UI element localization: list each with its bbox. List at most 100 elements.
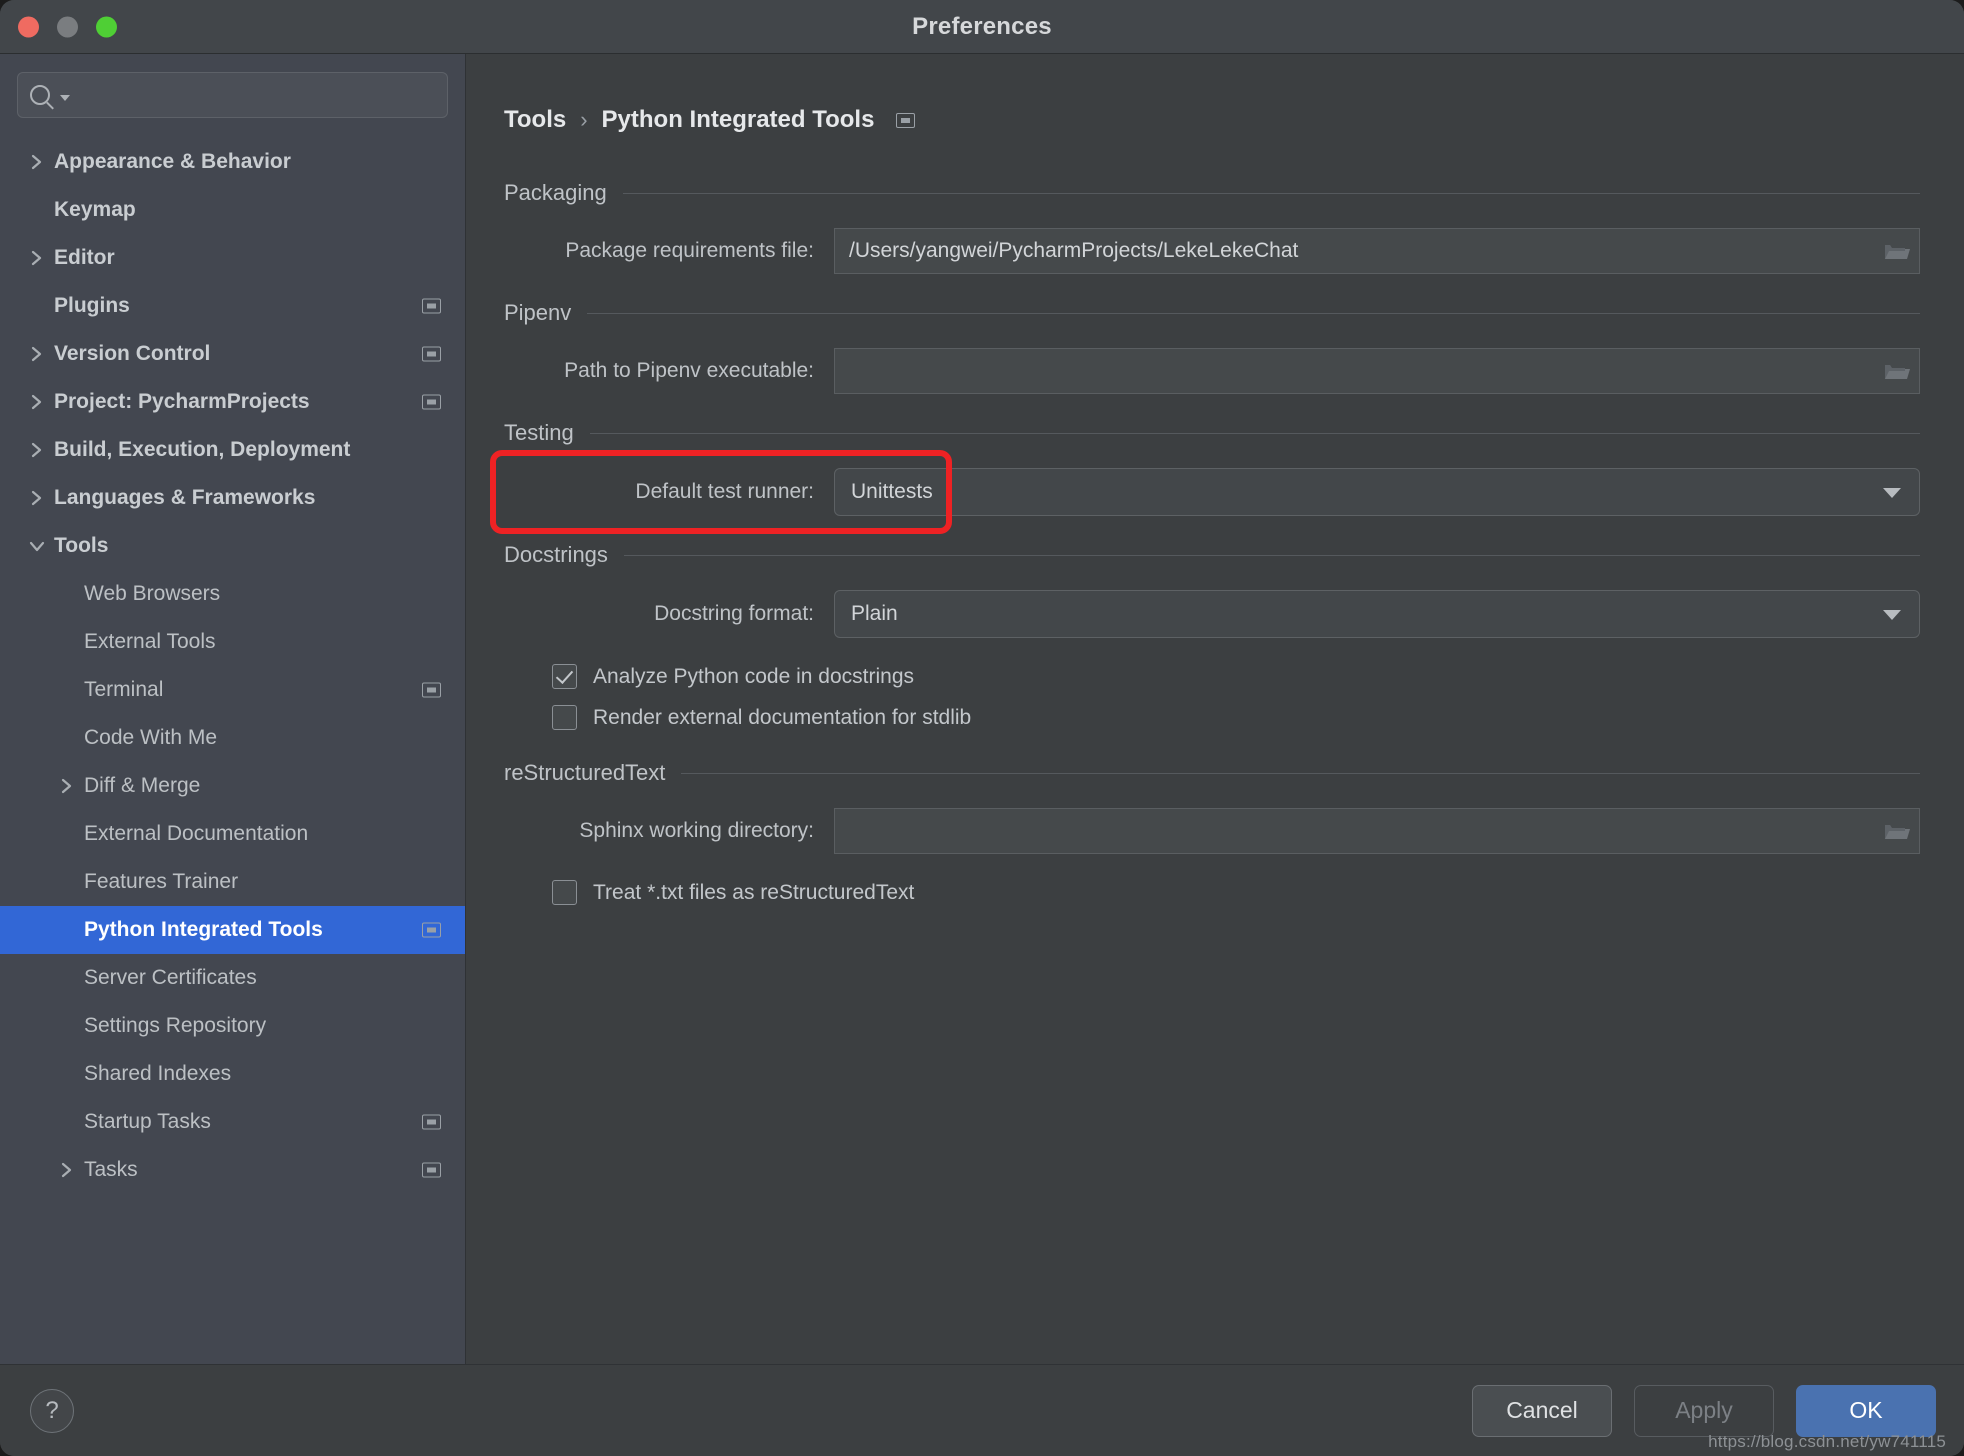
sidebar-item-label: Diff & Merge [84,774,201,797]
docstring-format-dropdown[interactable]: Plain [834,590,1920,638]
sidebar-item-tasks[interactable]: Tasks [0,1146,465,1194]
section-packaging: Packaging [504,180,1920,206]
sphinx-directory-field[interactable] [834,808,1920,854]
sidebar-item-server-certificates[interactable]: Server Certificates [0,954,465,1002]
chevron-down-icon[interactable] [1883,610,1901,620]
chevron-right-icon[interactable] [26,393,48,411]
analyze-python-code-row[interactable]: Analyze Python code in docstrings [552,664,1920,689]
sidebar-item-label: Appearance & Behavior [54,150,291,173]
sphinx-directory-row: Sphinx working directory: [504,808,1920,854]
search-input[interactable] [76,84,435,106]
chevron-right-icon[interactable] [56,777,78,795]
window-body: Appearance & Behavior Keymap Editor Plugins… [0,54,1964,1364]
sidebar-item-external-tools[interactable]: External Tools [0,618,465,666]
chevron-right-icon[interactable] [26,249,48,267]
treat-txt-label: Treat *.txt files as reStructuredText [593,880,915,904]
render-external-docs-label: Render external documentation for stdlib [593,705,972,729]
apply-button: Apply [1634,1384,1774,1437]
pipenv-path-input[interactable] [849,359,1875,383]
package-requirements-label: Package requirements file: [565,239,814,262]
sidebar-item-diff-merge[interactable]: Diff & Merge [0,762,465,810]
render-external-docs-checkbox[interactable] [552,705,577,730]
search-box[interactable] [17,72,448,118]
sidebar-item-project-pycharmprojects[interactable]: Project: PycharmProjects [0,378,465,426]
pipenv-path-label: Path to Pipenv executable: [564,359,814,382]
package-requirements-input[interactable] [849,239,1875,263]
sidebar-item-label: Plugins [54,294,130,317]
package-requirements-row: Package requirements file: [504,228,1920,274]
minimize-button[interactable] [57,16,78,37]
analyze-python-code-checkbox[interactable] [552,664,577,689]
section-title-packaging: Packaging [504,180,607,205]
package-requirements-field[interactable] [834,228,1920,274]
sidebar-item-web-browsers[interactable]: Web Browsers [0,570,465,618]
treat-txt-row[interactable]: Treat *.txt files as reStructuredText [552,880,1920,905]
sidebar-item-external-documentation[interactable]: External Documentation [0,810,465,858]
chevron-down-icon[interactable] [1883,488,1901,498]
sidebar-item-label: Settings Repository [84,1014,267,1037]
sidebar-item-tools[interactable]: Tools [0,522,465,570]
section-title-pipenv: Pipenv [504,300,572,325]
sidebar-item-languages-frameworks[interactable]: Languages & Frameworks [0,474,465,522]
chevron-right-icon[interactable] [26,153,48,171]
chevron-right-icon[interactable] [26,345,48,363]
chevron-right-icon[interactable] [26,489,48,507]
project-scope-icon [422,346,441,362]
close-button[interactable] [18,16,39,37]
sidebar-item-editor[interactable]: Editor [0,234,465,282]
help-button[interactable]: ? [30,1388,74,1433]
project-scope-icon [422,922,441,938]
zoom-button[interactable] [96,16,117,37]
chevron-down-icon[interactable] [60,95,70,101]
section-divider [622,192,1920,194]
preferences-window: Preferences Appearance & Behavior Keymap E… [0,0,1964,1456]
analyze-python-code-label: Analyze Python code in docstrings [593,664,915,688]
render-external-docs-row[interactable]: Render external documentation for stdlib [552,705,1920,730]
window-titlebar: Preferences [0,0,1964,54]
treat-txt-checkbox[interactable] [552,880,577,905]
sidebar-item-keymap[interactable]: Keymap [0,186,465,234]
sidebar-item-features-trainer[interactable]: Features Trainer [0,858,465,906]
ok-button[interactable]: OK [1796,1384,1936,1437]
dialog-footer: ? Cancel Apply OK https://blog.csdn.net/… [0,1364,1964,1456]
chevron-right-icon[interactable] [26,441,48,459]
browse-folder-icon[interactable] [1883,239,1911,263]
browse-folder-icon[interactable] [1883,359,1911,383]
sidebar-item-settings-repository[interactable]: Settings Repository [0,1002,465,1050]
project-scope-icon[interactable] [896,112,916,128]
settings-tree: Appearance & Behavior Keymap Editor Plugins… [0,134,465,1364]
chevron-right-icon[interactable] [56,1161,78,1179]
sidebar-item-label: External Tools [84,630,216,653]
default-test-runner-label: Default test runner: [635,480,814,503]
sidebar-item-build-execution-deployment[interactable]: Build, Execution, Deployment [0,426,465,474]
section-divider [681,772,1920,774]
sidebar-item-label: Shared Indexes [84,1062,232,1085]
footer-button-group: Cancel Apply OK [1472,1384,1936,1437]
breadcrumb-current: Python Integrated Tools [601,106,875,133]
settings-sidebar: Appearance & Behavior Keymap Editor Plugins… [0,54,466,1364]
default-test-runner-value: Unittests [851,480,933,503]
sidebar-item-label: Code With Me [84,726,218,749]
breadcrumb-parent[interactable]: Tools [504,106,566,134]
project-scope-icon [422,394,441,410]
sphinx-directory-input[interactable] [849,819,1875,843]
cancel-button[interactable]: Cancel [1472,1384,1612,1437]
browse-folder-icon[interactable] [1883,819,1911,843]
pipenv-path-field[interactable] [834,348,1920,394]
default-test-runner-dropdown[interactable]: Unittests [834,468,1920,516]
sidebar-item-plugins[interactable]: Plugins [0,282,465,330]
sidebar-item-startup-tasks[interactable]: Startup Tasks [0,1098,465,1146]
section-title-restructuredtext: reStructuredText [504,760,666,785]
search-icon [30,85,50,105]
sidebar-item-appearance-behavior[interactable]: Appearance & Behavior [0,138,465,186]
sidebar-item-code-with-me[interactable]: Code With Me [0,714,465,762]
sidebar-item-python-integrated-tools[interactable]: Python Integrated Tools [0,906,465,954]
chevron-down-icon[interactable] [26,539,48,553]
sidebar-item-terminal[interactable]: Terminal [0,666,465,714]
section-testing: Testing [504,420,1920,446]
section-title-testing: Testing [504,420,574,445]
sidebar-item-label: Version Control [54,342,211,365]
sidebar-item-version-control[interactable]: Version Control [0,330,465,378]
sidebar-item-label: Features Trainer [84,870,239,893]
sidebar-item-shared-indexes[interactable]: Shared Indexes [0,1050,465,1098]
